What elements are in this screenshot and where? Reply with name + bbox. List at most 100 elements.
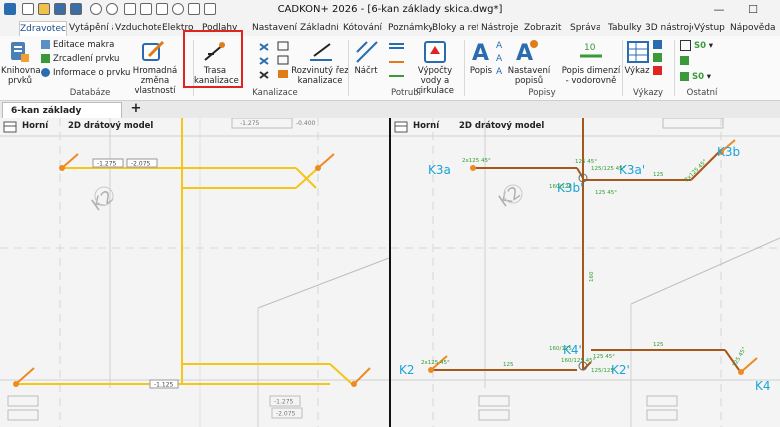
mirror-icon bbox=[41, 54, 50, 63]
scale-dropdown[interactable] bbox=[680, 56, 692, 66]
ribbon-tabs: Zdravotech Vytápění a Vzduchotec Elektro… bbox=[0, 20, 780, 37]
mirror-element-button[interactable]: Zrcadlení prvku bbox=[41, 54, 119, 64]
group-label-databaze: Databáze bbox=[69, 88, 111, 98]
sketch-icon bbox=[356, 41, 378, 63]
pipe-label: 125 bbox=[503, 362, 514, 368]
pipe-label: 125/125 bbox=[591, 368, 614, 374]
maximize-button[interactable]: ☐ bbox=[738, 1, 768, 19]
left-dim-6: -1.275 bbox=[274, 399, 294, 406]
pipe-label: 125 45° bbox=[593, 354, 615, 360]
tab-bloky[interactable]: Bloky a refe bbox=[432, 21, 478, 35]
layer-dropdown[interactable]: S0 ▾ bbox=[680, 72, 711, 82]
right-k2-ghost: K2 bbox=[495, 183, 524, 212]
right-visual-style[interactable]: 2D drátový model bbox=[459, 121, 544, 131]
svg-text:10: 10 bbox=[584, 43, 596, 53]
document-tab[interactable]: 6-kan základy skica.dwg* bbox=[2, 102, 122, 132]
right-drawing: K2 K3a K3b K3a' K3b' K2 K2' K4 K4' 2x125… bbox=[391, 118, 780, 427]
info-icon bbox=[41, 68, 50, 77]
pipe-label: 2x125 45° bbox=[462, 158, 491, 164]
label-button[interactable]: Popis bbox=[466, 66, 496, 76]
edit-macro-button[interactable]: Editace makra bbox=[41, 40, 114, 50]
window-title: CADKON+ 2026 - [6-kan základy skica.dwg*… bbox=[277, 4, 503, 15]
dimension-label-button[interactable]: Popis dimenzí - vodorovně bbox=[560, 66, 622, 86]
pipe-label: 2x125 45° bbox=[684, 159, 709, 184]
left-drawing: -1.275 -2.075 -1.275 -0.400 -1.125 -1.27… bbox=[0, 118, 389, 427]
label-k3a: K3a bbox=[428, 163, 451, 177]
pipe-label: 125/125 45° bbox=[591, 166, 626, 172]
tab-zdravotech[interactable]: Zdravotech bbox=[19, 21, 67, 36]
edit-macro-icon bbox=[41, 40, 50, 49]
unfolded-section-button[interactable]: Rozvinutý řez kanalizace bbox=[290, 66, 350, 86]
left-view-name[interactable]: Horní bbox=[22, 121, 48, 131]
tab-zakladni[interactable]: Základní bbox=[300, 21, 338, 35]
tab-napoveda[interactable]: Nápověda bbox=[730, 21, 776, 35]
tab-vzduchotec[interactable]: Vzduchotec bbox=[115, 21, 161, 35]
tab-zobrazit[interactable]: Zobrazit bbox=[524, 21, 564, 35]
left-dim-4: -0.400 bbox=[296, 120, 316, 127]
tab-tabulky[interactable]: Tabulky bbox=[608, 21, 644, 35]
group-separator bbox=[464, 40, 465, 96]
group-label-potrubi: Potrubí bbox=[391, 88, 421, 98]
edit-macro-label: Editace makra bbox=[53, 40, 115, 50]
tab-sprava[interactable]: Správa bbox=[570, 21, 600, 35]
label-settings-main-icon: A bbox=[516, 40, 538, 64]
tab-vytapeni[interactable]: Vytápění a bbox=[69, 21, 113, 35]
group-label-popisy: Popisy bbox=[528, 88, 556, 98]
report-tools-icon[interactable] bbox=[653, 40, 663, 80]
title-bar: CADKON+ 2026 - [6-kan základy skica.dwg*… bbox=[0, 0, 780, 20]
group-separator bbox=[674, 40, 675, 96]
scale-icon bbox=[680, 56, 689, 65]
pipe-tools-icon[interactable] bbox=[386, 40, 408, 84]
dimension-label-icon: 10 bbox=[580, 43, 602, 58]
label-settings-button[interactable]: Nastavení popisů bbox=[506, 66, 552, 86]
group-label-kanalizace: Kanalizace bbox=[252, 88, 298, 98]
grid-icon bbox=[680, 40, 691, 51]
grid-settings-dropdown[interactable]: S0 ▾ bbox=[680, 40, 713, 51]
pipe-label: 125 45° bbox=[595, 190, 617, 196]
water-calc-icon bbox=[424, 41, 446, 63]
minimize-button[interactable]: — bbox=[704, 1, 734, 19]
viewcube-icon[interactable] bbox=[394, 121, 408, 133]
mirror-label: Zrcadlení prvku bbox=[53, 54, 120, 64]
right-viewport[interactable]: K2 K3a K3b K3a' K3b' K2 K2' K4 K4' 2x125… bbox=[391, 118, 780, 427]
tab-kotovani[interactable]: Kótování bbox=[343, 21, 383, 35]
tab-poznamky[interactable]: Poznámky bbox=[388, 21, 432, 35]
report-icon bbox=[627, 41, 649, 63]
group-separator bbox=[348, 40, 349, 96]
label-k3b: K3b bbox=[717, 145, 740, 159]
left-dim-1: -1.275 bbox=[97, 161, 117, 168]
left-viewport[interactable]: -1.275 -2.075 -1.275 -0.400 -1.125 -1.27… bbox=[0, 118, 389, 427]
sketch-button[interactable]: Náčrt bbox=[350, 66, 382, 76]
layer-icon bbox=[680, 72, 689, 81]
pipe-label: 125 45° bbox=[732, 346, 748, 368]
left-dim-2: -2.075 bbox=[131, 161, 151, 168]
library-button[interactable]: Knihovna prvků bbox=[1, 66, 41, 86]
right-view-name[interactable]: Horní bbox=[413, 121, 439, 131]
label-settings-icon[interactable]: AAA bbox=[496, 40, 506, 80]
layer-value: S0 bbox=[692, 72, 705, 82]
pipe-label: 160/125 bbox=[549, 184, 572, 190]
grid-value: S0 bbox=[694, 41, 707, 51]
pipe-label: 125 bbox=[653, 342, 664, 348]
report-button[interactable]: Výkaz bbox=[620, 66, 654, 76]
left-visual-style[interactable]: 2D drátový model bbox=[68, 121, 153, 131]
tab-nastaveni[interactable]: Nastavení a bbox=[252, 21, 298, 35]
left-dim-5: -1.125 bbox=[154, 382, 174, 389]
bulk-change-button[interactable]: Hromadná změna vlastností bbox=[120, 66, 190, 96]
pipe-label: 160/125 bbox=[549, 346, 572, 352]
pipe-label: 125 45° bbox=[575, 159, 597, 165]
ribbon-panel: Knihovna prvků Editace makra Zrcadlení p… bbox=[0, 36, 780, 101]
left-k2-label: K2 bbox=[88, 187, 117, 216]
pipe-label: 160/125 45° bbox=[561, 358, 596, 364]
tab-3d-nastroje[interactable]: 3D nástroje bbox=[645, 21, 693, 35]
tab-vystup[interactable]: Výstup bbox=[694, 21, 728, 35]
left-dim-3: -1.275 bbox=[240, 120, 260, 127]
unfolded-section-icon bbox=[310, 43, 332, 61]
highlight-box bbox=[183, 30, 243, 88]
tab-nastroje[interactable]: Nástroje bbox=[481, 21, 519, 35]
bulk-change-icon bbox=[142, 40, 165, 61]
viewcube-icon[interactable] bbox=[3, 121, 17, 133]
element-info-button[interactable]: Informace o prvku bbox=[41, 68, 130, 78]
new-tab-button[interactable]: + bbox=[128, 101, 144, 117]
pipe-label: 160 bbox=[589, 271, 595, 282]
